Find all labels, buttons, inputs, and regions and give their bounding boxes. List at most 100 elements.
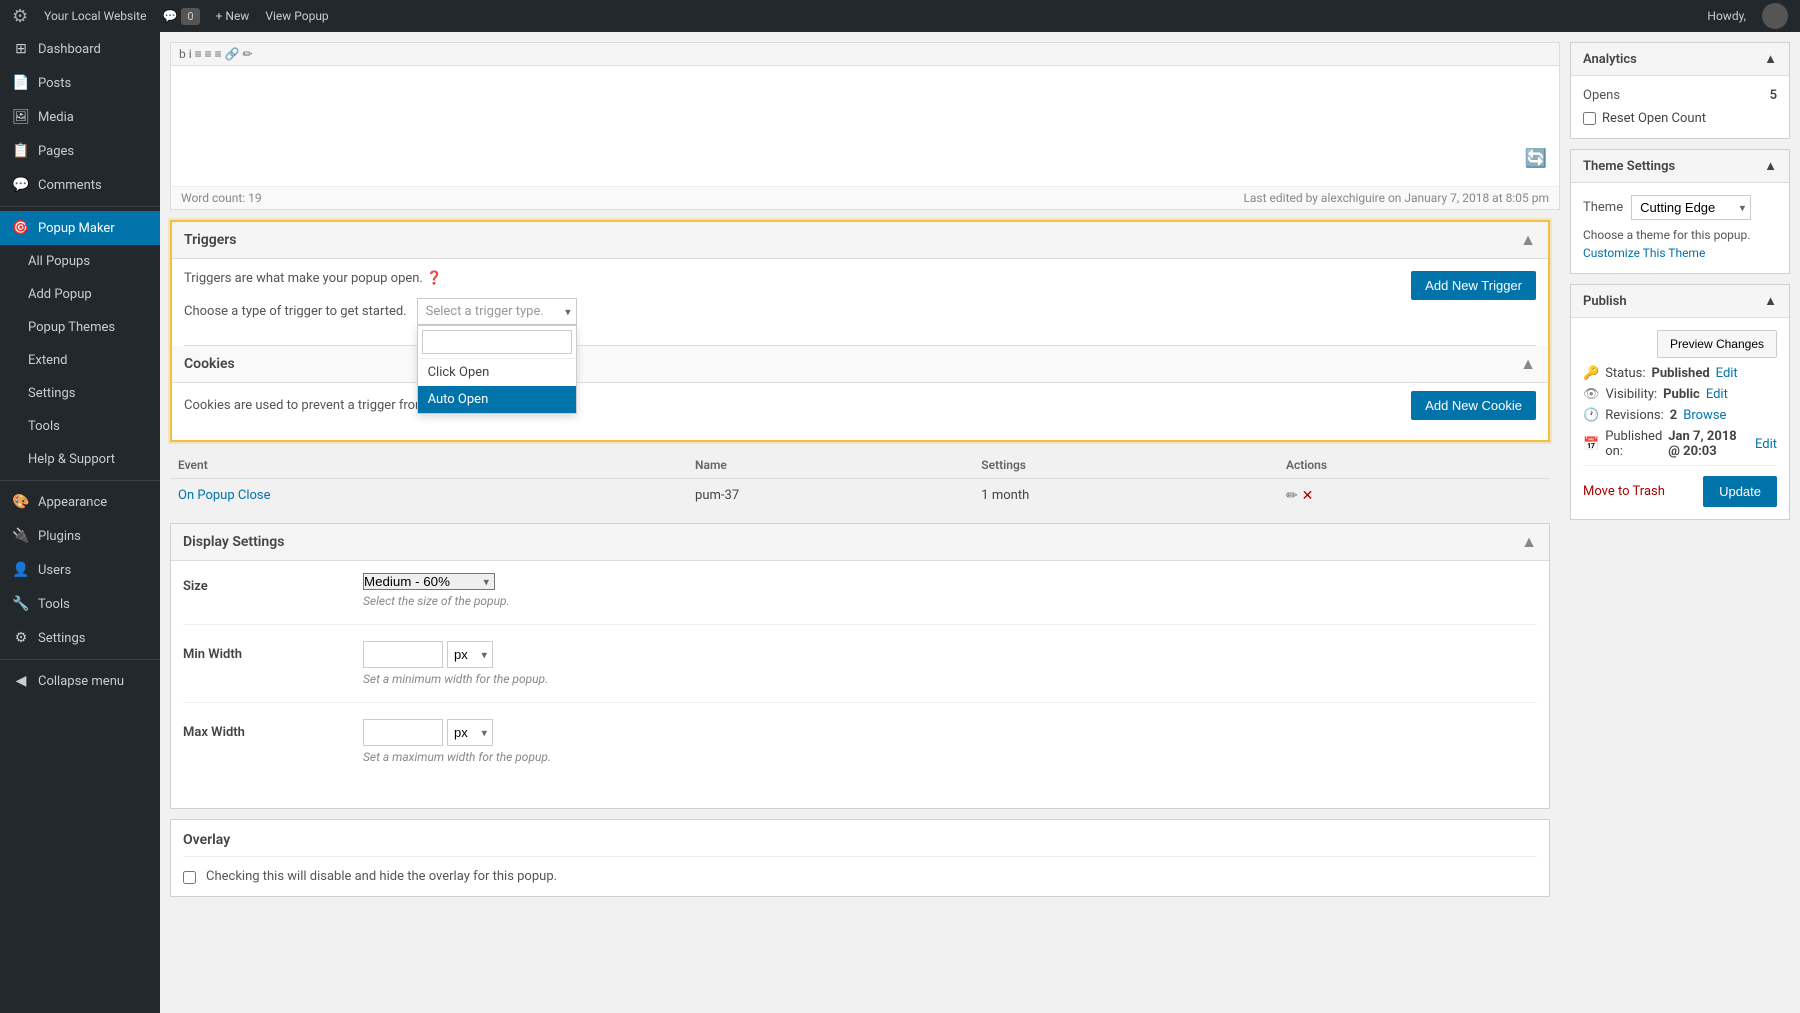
publish-header[interactable]: Publish ▲ [1571,285,1789,318]
theme-settings-header[interactable]: Theme Settings ▲ [1571,150,1789,183]
min-width-unit-select[interactable]: px % [447,641,493,668]
sidebar-item-extend[interactable]: Extend [0,344,160,377]
cookies-header[interactable]: Cookies ▲ [172,346,1548,383]
sidebar-item-plugins[interactable]: 🔌 Plugins [0,519,160,553]
analytics-toggle-icon: ▲ [1764,51,1777,67]
cookie-table: Event Name Settings Actions On Popup Clo… [170,452,1550,513]
add-trigger-button[interactable]: Add New Trigger [1411,271,1536,300]
media-icon: 🖼 [12,109,30,125]
sidebar-label-help-support: Help & Support [28,452,115,467]
display-settings-body: Size Small - 40% Medium - 60% Large - 80… [171,561,1549,808]
sidebar-item-settings2[interactable]: ⚙ Settings [0,621,160,655]
comment-notif[interactable]: 💬 0 [162,8,199,25]
max-width-description: Set a maximum width for the popup. [363,750,1537,764]
update-button[interactable]: Update [1703,476,1777,507]
max-width-input[interactable] [363,719,443,746]
reset-row: Reset Open Count [1583,111,1777,126]
disable-overlay-row: Checking this will disable and hide the … [183,869,1537,884]
theme-label: Theme [1583,200,1623,215]
revisions-browse-link[interactable]: Browse [1683,408,1726,423]
add-cookie-button[interactable]: Add New Cookie [1411,391,1536,420]
triggers-header[interactable]: Triggers ▲ [172,222,1548,259]
sidebar-item-pages[interactable]: 📋 Pages [0,134,160,168]
publish-box: Publish ▲ Preview Changes 🔑 Status: Publ… [1570,284,1790,520]
theme-settings-title: Theme Settings [1583,159,1675,174]
editor-body[interactable] [171,66,1559,186]
reset-open-count-checkbox[interactable] [1583,112,1596,125]
trigger-select[interactable]: Select a trigger type. [417,298,577,325]
sidebar-item-popup-maker[interactable]: 🎯 Popup Maker [0,211,160,245]
published-on-value: Jan 7, 2018 @ 20:03 [1668,429,1749,459]
sidebar-item-help-support[interactable]: Help & Support [0,443,160,476]
visibility-edit-link[interactable]: Edit [1706,387,1728,402]
cookie-name: pum-37 [687,479,973,513]
status-edit-link[interactable]: Edit [1716,366,1738,381]
size-select[interactable]: Small - 40% Medium - 60% Large - 80% Ful… [363,573,495,590]
size-control: Small - 40% Medium - 60% Large - 80% Ful… [363,573,1537,608]
trigger-description: Triggers are what make your popup open. … [184,271,577,286]
refresh-icon[interactable]: 🔄 [1525,148,1547,169]
analytics-title: Analytics [1583,52,1637,67]
max-width-unit-select[interactable]: px % [447,719,493,746]
max-width-input-group: px % [363,719,1537,746]
sidebar-item-appearance[interactable]: 🎨 Appearance [0,485,160,519]
theme-row: Theme Cutting Edge Default Theme Light B… [1583,195,1777,220]
sidebar-item-tools2[interactable]: 🔧 Tools [0,587,160,621]
sidebar-item-settings[interactable]: Settings [0,377,160,410]
max-width-row: Max Width px % [183,719,1537,780]
sidebar-item-comments[interactable]: 💬 Comments [0,168,160,202]
customize-theme-link[interactable]: Customize This Theme [1583,246,1705,260]
new-link[interactable]: + New [216,9,250,23]
site-name-link[interactable]: Your Local Website [44,9,146,23]
edit-cookie-button[interactable]: ✏ [1286,487,1298,504]
publish-footer: Move to Trash Update [1583,465,1777,507]
trigger-placeholder: Select a trigger type. [426,304,544,319]
sidebar-item-posts[interactable]: 📄 Posts [0,66,160,100]
view-popup-link[interactable]: View Popup [265,9,328,23]
sidebar-item-popup-themes[interactable]: Popup Themes [0,311,160,344]
published-on-edit-link[interactable]: Edit [1755,437,1777,452]
analytics-header[interactable]: Analytics ▲ [1571,43,1789,76]
dropdown-option-click-open[interactable]: Click Open [418,359,576,386]
users-icon: 👤 [12,562,30,578]
sidebar-item-collapse[interactable]: ◀ Collapse menu [0,664,160,698]
editor-toolbar: b i ≡ ≡ ≡ 🔗 ✏ [171,43,1559,66]
theme-select[interactable]: Cutting Edge Default Theme Light Box [1631,195,1751,220]
sidebar-item-media[interactable]: 🖼 Media [0,100,160,134]
sidebar-label-media: Media [38,110,74,125]
revisions-row: 🕐 Revisions: 2 Browse [1583,408,1777,423]
move-to-trash-link[interactable]: Move to Trash [1583,484,1665,499]
opens-value: 5 [1770,88,1777,103]
trigger-help-icon[interactable]: ❓ [426,271,442,286]
comment-count: 0 [181,8,199,25]
triggers-title: Triggers [184,232,237,248]
sidebar-item-users[interactable]: 👤 Users [0,553,160,587]
delete-cookie-button[interactable]: ✕ [1302,487,1314,504]
cookie-actions: ✏ ✕ [1286,487,1542,504]
cookie-event-link[interactable]: On Popup Close [178,488,271,503]
sidebar-label-tools2: Tools [38,597,70,612]
sidebar-item-all-popups[interactable]: All Popups [0,245,160,278]
size-description: Select the size of the popup. [363,594,1537,608]
sidebar-item-add-popup[interactable]: Add Popup [0,278,160,311]
sidebar-item-dashboard[interactable]: ⊞ Dashboard [0,32,160,66]
display-settings-header[interactable]: Display Settings ▲ [171,524,1549,561]
dropdown-option-auto-open[interactable]: Auto Open [418,386,576,413]
theme-settings-body: Theme Cutting Edge Default Theme Light B… [1571,183,1789,273]
tools-icon: 🔧 [12,596,30,612]
theme-settings-box: Theme Settings ▲ Theme Cutting Edge Defa… [1570,149,1790,274]
opens-row: Opens 5 [1583,88,1777,103]
disable-overlay-checkbox[interactable] [183,871,196,884]
dropdown-search-input[interactable] [422,330,572,354]
min-width-input[interactable] [363,641,443,668]
publish-title: Publish [1583,294,1627,309]
analytics-box: Analytics ▲ Opens 5 Reset Open Count [1570,42,1790,139]
status-icon: 🔑 [1583,366,1599,381]
sidebar-label-appearance: Appearance [38,495,107,510]
sidebar-item-tools[interactable]: Tools [0,410,160,443]
preview-changes-button[interactable]: Preview Changes [1657,330,1777,358]
sidebar-label-tools: Tools [28,419,60,434]
editor-area: b i ≡ ≡ ≡ 🔗 ✏ 🔄 Word count: 19 Last edit… [170,42,1560,210]
visibility-value: Public [1663,387,1700,402]
overlay-body: Overlay Checking this will disable and h… [171,820,1549,896]
